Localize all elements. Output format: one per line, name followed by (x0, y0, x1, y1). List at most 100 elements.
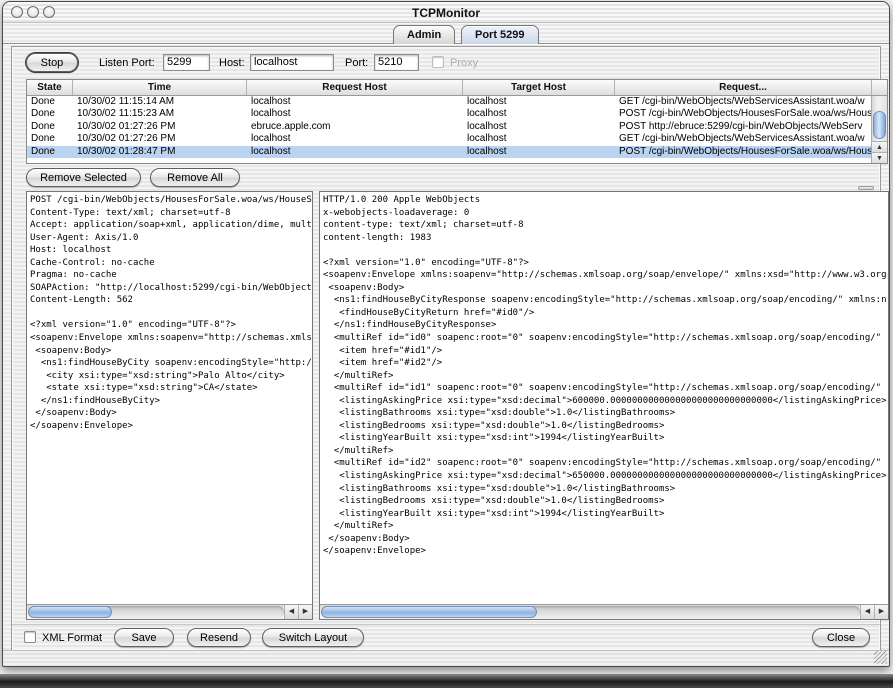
tab-admin-label: Admin (407, 29, 441, 41)
request-scroll-thumb[interactable] (28, 606, 112, 618)
cell-target-host: localhost (463, 133, 615, 145)
cell-state: Done (27, 133, 73, 145)
response-code-line: <listingBedrooms xsi:type="xsd:double">1… (323, 495, 888, 508)
content-frame: Stop Listen Port: 5299 Host: localhost P… (11, 46, 881, 651)
resend-button[interactable]: Resend (187, 628, 251, 647)
response-scroll-track[interactable] (321, 606, 860, 618)
response-text-pane[interactable]: HTTP/1.0 200 Apple WebObjectsx-webobject… (319, 191, 889, 620)
request-code-line: User-Agent: Axis/1.0 (30, 232, 312, 245)
listen-port-input[interactable]: 5299 (163, 54, 210, 71)
response-code-line: </multiRef> (323, 370, 888, 383)
response-code-line: <ns1:findHouseByCityResponse soapenv:enc… (323, 294, 888, 307)
xml-format-label: XML Format (42, 632, 102, 644)
table-row[interactable]: Done 10/30/02 01:27:26 PM ebruce.apple.c… (27, 121, 871, 133)
cell-time: 10/30/02 11:15:23 AM (73, 108, 247, 120)
scroll-down-arrow-icon[interactable]: ▼ (872, 152, 887, 163)
remove-all-label: Remove All (167, 172, 223, 184)
response-code-line: </multiRef> (323, 520, 888, 533)
request-code-line: <ns1:findHouseByCity soapenv:encodingSty… (30, 357, 312, 370)
cell-request-host: ebruce.apple.com (247, 121, 463, 133)
cell-request-host: localhost (247, 108, 463, 120)
cell-target-host: localhost (463, 96, 615, 108)
scroll-right-arrow-icon[interactable]: ▶ (874, 605, 888, 619)
table-row[interactable]: Done 10/30/02 11:15:14 AM localhost loca… (27, 96, 871, 108)
request-code-line: Cache-Control: no-cache (30, 257, 312, 270)
request-code-line: <city xsi:type="xsd:string">Palo Alto</c… (30, 370, 312, 383)
response-code-line: <findHouseByCityReturn href="#id0"/> (323, 307, 888, 320)
request-code-line: <soapenv:Body> (30, 345, 312, 358)
window-footer (3, 650, 889, 666)
column-header-stub (872, 80, 887, 95)
cell-state: Done (27, 146, 73, 158)
request-code-line: <?xml version="1.0" encoding="UTF-8"?> (30, 319, 312, 332)
cell-target-host: localhost (463, 146, 615, 158)
scroll-left-arrow-icon[interactable]: ◀ (284, 605, 298, 619)
request-scroll-track[interactable] (28, 606, 284, 618)
title-bar[interactable]: TCPMonitor (3, 2, 889, 23)
xml-format-checkbox[interactable] (24, 631, 36, 643)
switch-layout-button[interactable]: Switch Layout (262, 628, 364, 647)
cell-request-host: localhost (247, 133, 463, 145)
scroll-right-arrow-icon[interactable]: ▶ (298, 605, 312, 619)
resize-grip-icon[interactable] (874, 651, 887, 664)
tab-admin[interactable]: Admin (393, 25, 455, 44)
close-button[interactable]: Close (812, 628, 870, 647)
column-header-time[interactable]: Time (73, 80, 247, 95)
request-code-line: </soapenv:Envelope> (30, 420, 312, 433)
remove-all-button[interactable]: Remove All (150, 168, 240, 187)
cell-state: Done (27, 121, 73, 133)
response-horizontal-scrollbar[interactable]: ◀ ▶ (320, 604, 888, 619)
stop-button-label: Stop (41, 57, 64, 69)
column-header-request-host[interactable]: Request Host (247, 80, 463, 95)
response-code-line: </multiRef> (323, 445, 888, 458)
host-label: Host: (219, 57, 245, 69)
table-row[interactable]: Done 10/30/02 01:27:26 PM localhost loca… (27, 133, 871, 145)
request-text-pane[interactable]: POST /cgi-bin/WebObjects/HousesForSale.w… (26, 191, 313, 620)
request-code-line: Content-Type: text/xml; charset=utf-8 (30, 207, 312, 220)
response-code-line: </soapenv:Envelope> (323, 545, 888, 558)
connections-table: State Time Request Host Target Host Requ… (26, 79, 888, 164)
request-code-line: Pragma: no-cache (30, 269, 312, 282)
table-scrollbar-thumb[interactable] (873, 111, 886, 139)
response-code-line: <listingAskingPrice xsi:type="xsd:decima… (323, 470, 888, 483)
response-code-line: <soapenv:Body> (323, 282, 888, 295)
response-code-line: <item href="#id2"/> (323, 357, 888, 370)
response-code-line: content-length: 1983 (323, 232, 888, 245)
remove-selected-button[interactable]: Remove Selected (26, 168, 141, 187)
cell-time: 10/30/02 11:15:14 AM (73, 96, 247, 108)
tab-port-5299[interactable]: Port 5299 (461, 25, 539, 44)
table-row[interactable]: Done 10/30/02 11:15:23 AM localhost loca… (27, 108, 871, 120)
response-scroll-thumb[interactable] (321, 606, 537, 618)
proxy-label: Proxy (450, 57, 478, 69)
splitter-handle[interactable] (858, 186, 874, 190)
listen-port-label: Listen Port: (99, 57, 155, 69)
request-code-line: Host: localhost (30, 244, 312, 257)
column-header-target-host[interactable]: Target Host (463, 80, 615, 95)
response-code-line: </soapenv:Body> (323, 533, 888, 546)
column-header-state[interactable]: State (27, 80, 73, 95)
cell-target-host: localhost (463, 108, 615, 120)
save-button-label: Save (131, 632, 156, 644)
response-code-line (323, 244, 888, 257)
cell-target-host: localhost (463, 121, 615, 133)
table-vertical-scrollbar[interactable]: ▲ ▼ (871, 96, 887, 163)
column-header-request[interactable]: Request... (615, 80, 872, 95)
tab-port-5299-label: Port 5299 (475, 29, 525, 41)
save-button[interactable]: Save (114, 628, 174, 647)
request-code-line: <soapenv:Envelope xmlns:soapenv="http://… (30, 332, 312, 345)
request-code-line: POST /cgi-bin/WebObjects/HousesForSale.w… (30, 194, 312, 207)
response-code-line: <listingBathrooms xsi:type="xsd:double">… (323, 483, 888, 496)
proxy-checkbox[interactable] (432, 56, 444, 68)
host-input[interactable]: localhost (250, 54, 334, 71)
response-text: HTTP/1.0 200 Apple WebObjectsx-webobject… (323, 194, 888, 603)
scroll-up-arrow-icon[interactable]: ▲ (872, 141, 887, 152)
stop-button[interactable]: Stop (26, 53, 78, 72)
port-input[interactable]: 5210 (374, 54, 419, 71)
response-code-line: <soapenv:Envelope xmlns:soapenv="http://… (323, 269, 888, 282)
request-code-line: Content-Length: 562 (30, 294, 312, 307)
table-row-selected[interactable]: Done 10/30/02 01:28:47 PM localhost loca… (27, 146, 871, 158)
request-horizontal-scrollbar[interactable]: ◀ ▶ (27, 604, 312, 619)
cell-time: 10/30/02 01:28:47 PM (73, 146, 247, 158)
response-code-line: <multiRef id="id2" soapenc:root="0" soap… (323, 457, 888, 470)
scroll-left-arrow-icon[interactable]: ◀ (860, 605, 874, 619)
